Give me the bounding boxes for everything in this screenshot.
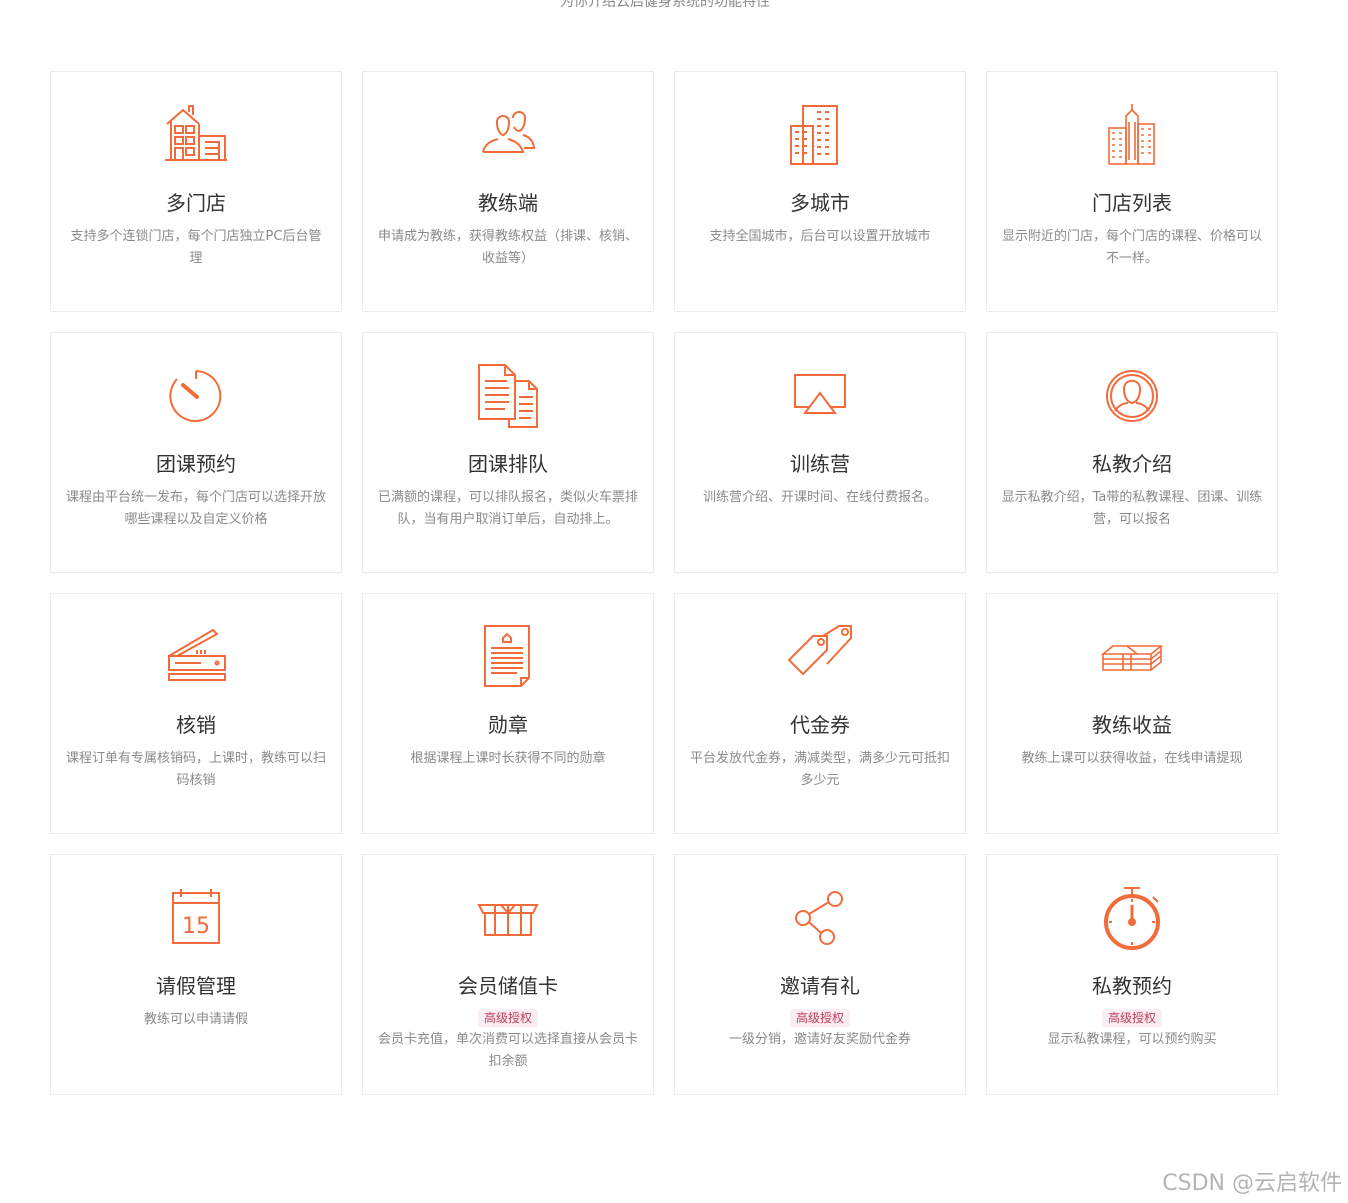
feature-card-bootcamp[interactable]: 训练营 训练营介绍、开课时间、在线付费报名。: [674, 332, 966, 573]
feature-desc: 申请成为教练，获得教练权益（排课、核销、收益等）: [377, 229, 638, 266]
feature-card-coach[interactable]: 教练端 申请成为教练，获得教练权益（排课、核销、收益等）: [362, 71, 654, 312]
feature-card-store-list[interactable]: 门店列表 显示附近的门店，每个门店的课程、价格可以不一样。: [986, 71, 1278, 312]
feature-card-private-booking[interactable]: 私教预约 高级授权 显示私教课程，可以预约购买: [986, 854, 1278, 1095]
feature-desc: 支持全国城市，后台可以设置开放城市: [709, 229, 931, 244]
feature-desc: 教练上课可以获得收益，在线申请提现: [1021, 751, 1243, 766]
premium-license-badge: 高级授权: [477, 1009, 538, 1027]
feature-card-coach-income[interactable]: 教练收益 教练上课可以获得收益，在线申请提现: [986, 593, 1278, 834]
feature-desc: 显示私教介绍，Ta带的私教课程、团课、训练营，可以报名: [1001, 490, 1263, 527]
feature-title: 核销: [176, 713, 216, 737]
feature-title: 私教预约: [1092, 974, 1172, 998]
feature-title: 教练端: [478, 191, 538, 215]
feature-card-group-booking[interactable]: 团课预约 课程由平台统一发布，每个门店可以选择开放哪些课程以及自定义价格: [50, 332, 342, 573]
feature-desc: 已满额的课程，可以排队报名，类似火车票排队，当有用户取消订单后，自动排上。: [377, 490, 638, 527]
feature-card-leave[interactable]: 15 请假管理 教练可以申请请假: [50, 854, 342, 1095]
feature-desc: 课程由平台统一发布，每个门店可以选择开放哪些课程以及自定义价格: [65, 490, 326, 527]
premium-license-badge: 高级授权: [1101, 1009, 1162, 1027]
stopwatch-icon: [1099, 885, 1165, 951]
feature-desc: 训练营介绍、开课时间、在线付费报名。: [702, 490, 937, 505]
calendar-day-number: 15: [182, 914, 210, 939]
certificate-icon: [475, 624, 541, 690]
feature-title: 私教介绍: [1092, 452, 1172, 476]
calendar-icon: 15: [163, 885, 229, 951]
feature-card-verification[interactable]: 核销 课程订单有专属核销码，上课时，教练可以扫码核销: [50, 593, 342, 834]
money-stack-icon: [1099, 624, 1165, 690]
feature-title: 邀请有礼: [780, 974, 860, 998]
features-page: 为你介绍云启健身系统的功能特性 多门店 支持多个连锁门店，每个门店独立PC后台管…: [0, 0, 1348, 1203]
feature-card-stored-value-card[interactable]: 会员储值卡 高级授权 会员卡充值，单次消费可以选择直接从会员卡扣余额: [362, 854, 654, 1095]
feature-desc: 显示私教课程，可以预约购买: [1047, 1032, 1217, 1047]
gift-box-icon: [475, 885, 541, 951]
feature-card-multi-city[interactable]: 多城市 支持全国城市，后台可以设置开放城市: [674, 71, 966, 312]
documents-icon: [475, 363, 541, 429]
feature-title: 门店列表: [1092, 191, 1172, 215]
feature-card-group-queue[interactable]: 团课排队 已满额的课程，可以排队报名，类似火车票排队，当有用户取消订单后，自动排…: [362, 332, 654, 573]
feature-desc: 会员卡充值，单次消费可以选择直接从会员卡扣余额: [377, 1032, 638, 1069]
feature-card-multi-store[interactable]: 多门店 支持多个连锁门店，每个门店独立PC后台管理: [50, 71, 342, 312]
skyscraper-icon: [1099, 102, 1165, 168]
users-icon: [475, 102, 541, 168]
feature-desc: 平台发放代金券，满减类型，满多少元可抵扣多少元: [689, 751, 950, 788]
feature-desc: 一级分销，邀请好友奖励代金券: [728, 1032, 911, 1047]
feature-title: 代金券: [790, 713, 850, 737]
feature-card-invite-reward[interactable]: 邀请有礼 高级授权 一级分销，邀请好友奖励代金券: [674, 854, 966, 1095]
feature-title: 勋章: [488, 713, 528, 737]
feature-title: 教练收益: [1092, 713, 1172, 737]
feature-desc: 课程订单有专属核销码，上课时，教练可以扫码核销: [65, 751, 326, 788]
share-icon: [787, 885, 853, 951]
feature-desc: 根据课程上课时长获得不同的勋章: [410, 751, 606, 766]
feature-grid: 多门店 支持多个连锁门店，每个门店独立PC后台管理 教练端 申请成为教练，获得教…: [50, 71, 1278, 1095]
feature-card-medal[interactable]: 勋章 根据课程上课时长获得不同的勋章: [362, 593, 654, 834]
feature-desc: 教练可以申请请假: [143, 1012, 248, 1027]
feature-title: 多门店: [166, 191, 226, 215]
screen-cast-icon: [787, 363, 853, 429]
feature-title: 多城市: [790, 191, 850, 215]
gauge-timer-icon: [163, 363, 229, 429]
feature-title: 训练营: [790, 452, 850, 476]
feature-title: 请假管理: [156, 974, 236, 998]
feature-title: 团课排队: [468, 452, 548, 476]
scanner-icon: [163, 624, 229, 690]
price-tags-icon: [787, 624, 853, 690]
feature-card-coach-intro[interactable]: 私教介绍 显示私教介绍，Ta带的私教课程、团课、训练营，可以报名: [986, 332, 1278, 573]
user-circle-icon: [1099, 363, 1165, 429]
feature-title: 会员储值卡: [458, 974, 558, 998]
feature-card-voucher[interactable]: 代金券 平台发放代金券，满减类型，满多少元可抵扣多少元: [674, 593, 966, 834]
store-building-icon: [163, 102, 229, 168]
city-buildings-icon: [787, 102, 853, 168]
feature-title: 团课预约: [156, 452, 236, 476]
premium-license-badge: 高级授权: [789, 1009, 850, 1027]
watermark: CSDN @云启软件: [1162, 1171, 1342, 1196]
section-subtitle: 为你介绍云启健身系统的功能特性: [560, 0, 770, 10]
feature-desc: 显示附近的门店，每个门店的课程、价格可以不一样。: [1001, 229, 1262, 266]
feature-desc: 支持多个连锁门店，每个门店独立PC后台管理: [70, 229, 322, 266]
